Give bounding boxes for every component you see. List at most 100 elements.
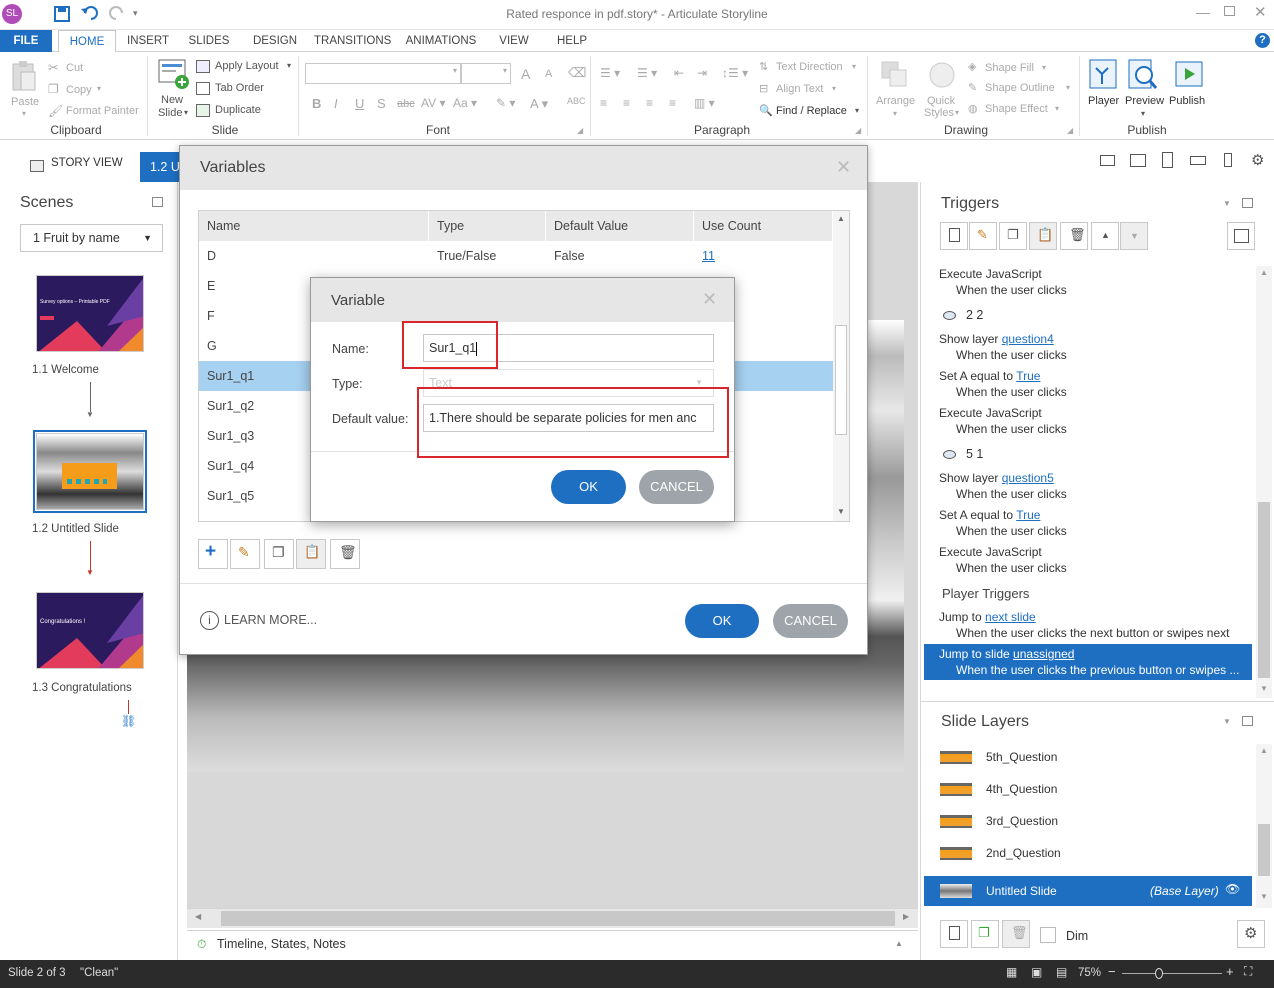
phone-landscape-icon[interactable] xyxy=(1190,156,1206,165)
delete-variable-button[interactable]: 🗑 xyxy=(330,539,360,569)
preview-button[interactable]: Preview xyxy=(1125,95,1164,107)
next-slide-link[interactable]: next slide xyxy=(985,610,1036,624)
paste-dropdown-icon[interactable]: ▾ xyxy=(22,109,26,118)
scroll-right-icon[interactable]: ▶ xyxy=(903,912,909,921)
slide-thumbnail-welcome[interactable]: Survey options – Printable PDF xyxy=(36,275,144,352)
find-replace-dropdown-icon[interactable]: ▾ xyxy=(855,106,859,115)
paste-button[interactable]: Paste xyxy=(11,96,39,108)
scroll-thumb[interactable] xyxy=(221,911,895,926)
panel-restore-icon[interactable] xyxy=(1242,198,1253,208)
italic-icon[interactable]: I xyxy=(334,96,338,111)
preview-dropdown-icon[interactable]: ▾ xyxy=(1141,109,1145,118)
line-spacing-icon[interactable]: ↕☰ ▾ xyxy=(722,66,748,80)
variables-ok-button[interactable]: OK xyxy=(685,604,759,638)
story-view-status-icon[interactable]: ▦ xyxy=(1006,965,1017,979)
shape-effect-button[interactable]: Shape Effect xyxy=(985,103,1048,115)
variable-ok-button[interactable]: OK xyxy=(551,470,626,504)
new-trigger-button[interactable] xyxy=(940,222,968,250)
duplicate-layer-button[interactable]: ❐ xyxy=(971,920,999,948)
tab-order-button[interactable]: Tab Order xyxy=(215,82,264,94)
edit-variable-button[interactable]: ✎ xyxy=(230,539,260,569)
publish-icon[interactable] xyxy=(1174,58,1206,92)
trigger-action[interactable]: Set A equal to True xyxy=(939,508,1040,522)
column-header-use-count[interactable]: Use Count xyxy=(694,211,833,241)
restore-button[interactable] xyxy=(1224,6,1235,16)
zoom-slider-track[interactable] xyxy=(1122,973,1222,974)
change-case-icon[interactable]: Aa ▾ xyxy=(453,96,477,110)
new-slide-icon[interactable] xyxy=(158,58,190,90)
underline-icon[interactable]: U xyxy=(355,96,364,111)
preview-icon[interactable] xyxy=(1127,58,1159,92)
collapse-icon[interactable]: ▼ xyxy=(1223,199,1231,208)
layers-scrollbar[interactable]: ▲ ▼ xyxy=(1256,744,1272,908)
slide-view-status-icon[interactable]: ▣ xyxy=(1031,965,1042,979)
paste-trigger-button[interactable]: 📋 xyxy=(1029,222,1057,250)
table-scrollbar[interactable]: ▲ ▼ xyxy=(833,211,849,521)
column-header-name[interactable]: Name xyxy=(199,211,429,241)
shrink-font-icon[interactable]: A xyxy=(545,68,552,80)
desktop-view-icon[interactable] xyxy=(1100,155,1115,166)
copy-variable-button[interactable]: ❐ xyxy=(264,539,294,569)
variable-cancel-button[interactable]: CANCEL xyxy=(639,470,714,504)
tab-design[interactable]: DESIGN xyxy=(248,30,302,52)
decrease-indent-icon[interactable]: ⇤ xyxy=(674,66,684,80)
help-icon[interactable]: ? xyxy=(1255,33,1270,48)
drawing-dialog-launcher-icon[interactable]: ◢ xyxy=(1067,126,1073,135)
grow-font-icon[interactable]: A xyxy=(521,66,530,82)
arrange-dropdown-icon[interactable]: ▾ xyxy=(893,109,897,118)
column-header-type[interactable]: Type xyxy=(429,211,546,241)
horizontal-scrollbar[interactable]: ◀ ▶ xyxy=(187,908,918,928)
quick-styles-dropdown-icon[interactable]: ▾ xyxy=(955,108,959,117)
slide-thumbnail-congratulations[interactable]: Congratulations ! xyxy=(36,592,144,669)
strikethrough-icon[interactable]: abc xyxy=(397,98,415,110)
edit-trigger-button[interactable]: ✎ xyxy=(969,222,997,250)
trigger-action[interactable]: Show layer question5 xyxy=(939,471,1054,485)
move-down-button[interactable]: ▼ xyxy=(1120,222,1148,250)
apply-layout-dropdown-icon[interactable]: ▾ xyxy=(287,61,291,70)
justify-icon[interactable]: ≡ xyxy=(669,96,676,110)
align-text-button[interactable]: Align Text xyxy=(776,83,824,95)
scroll-down-icon[interactable]: ▼ xyxy=(1260,892,1268,901)
scene-dropdown[interactable]: 1 Fruit by name ▼ xyxy=(20,224,163,252)
add-variable-button[interactable]: + xyxy=(198,539,228,569)
shape-outline-button[interactable]: Shape Outline xyxy=(985,82,1055,94)
tab-transitions[interactable]: TRANSITIONS xyxy=(314,30,391,52)
shape-effect-dropdown-icon[interactable]: ▾ xyxy=(1055,104,1059,113)
panel-restore-icon[interactable] xyxy=(1242,716,1253,726)
trigger-action[interactable]: Show layer question4 xyxy=(939,332,1054,346)
apply-layout-button[interactable]: Apply Layout xyxy=(215,60,279,72)
clear-formatting-icon[interactable]: ⌫ xyxy=(568,65,586,81)
visibility-eye-icon[interactable]: 👁 xyxy=(1225,882,1240,896)
shadow-icon[interactable]: S xyxy=(377,96,386,111)
text-direction-button[interactable]: Text Direction xyxy=(776,61,843,73)
quick-styles-icon[interactable] xyxy=(927,60,957,90)
trigger-action[interactable]: Execute JavaScript xyxy=(939,406,1042,420)
scroll-up-icon[interactable]: ▲ xyxy=(837,214,845,223)
scroll-up-icon[interactable]: ▲ xyxy=(1260,746,1268,755)
copy-trigger-button[interactable]: ❐ xyxy=(999,222,1027,250)
zoom-in-icon[interactable]: + xyxy=(1226,964,1234,979)
new-slide-dropdown-icon[interactable]: ▾ xyxy=(184,108,188,117)
triggers-scrollbar[interactable]: ▲ ▼ xyxy=(1256,266,1272,698)
column-header-default[interactable]: Default Value xyxy=(546,211,694,241)
paste-icon[interactable] xyxy=(10,60,38,92)
numbering-icon[interactable]: ☰ ▾ xyxy=(637,66,657,80)
align-left-icon[interactable]: ≡ xyxy=(600,96,607,110)
trigger-action[interactable]: Execute JavaScript xyxy=(939,267,1042,281)
timeline-bar[interactable]: ⏱ Timeline, States, Notes ▲ xyxy=(187,930,918,958)
quick-styles-button-line2[interactable]: Styles xyxy=(924,107,954,119)
move-up-button[interactable]: ▲ xyxy=(1091,222,1119,250)
scroll-down-icon[interactable]: ▼ xyxy=(837,507,845,516)
link-icon[interactable]: ⛓ xyxy=(121,714,136,728)
tablet-portrait-icon[interactable] xyxy=(1162,152,1173,168)
trigger-action[interactable]: Set A equal to True xyxy=(939,369,1040,383)
trigger-group-header[interactable]: 5 1 xyxy=(943,447,983,461)
panel-restore-icon[interactable] xyxy=(152,197,163,207)
base-layer-item[interactable]: Untitled Slide (Base Layer) 👁 xyxy=(924,876,1252,906)
bold-icon[interactable]: B xyxy=(312,96,321,111)
unassigned-link[interactable]: unassigned xyxy=(1013,647,1074,661)
duplicate-button[interactable]: Duplicate xyxy=(215,104,261,116)
trigger-link[interactable]: True xyxy=(1016,508,1040,522)
close-button[interactable]: ✕ xyxy=(1254,3,1267,21)
story-view-tab[interactable]: STORY VIEW xyxy=(51,157,123,169)
